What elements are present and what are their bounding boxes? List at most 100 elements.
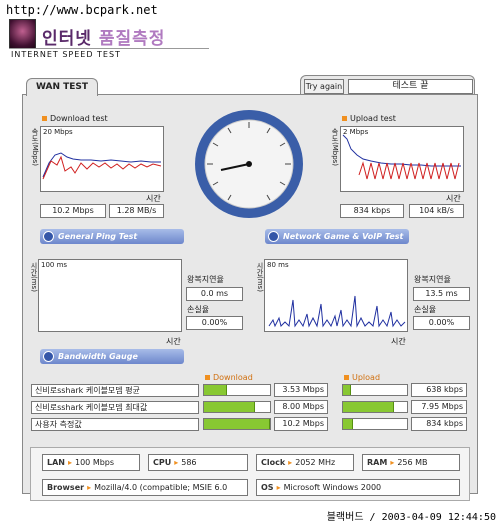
upload-bar-fill: [343, 402, 395, 412]
upload-graph-lines: [342, 134, 461, 180]
upload-bar: [342, 401, 408, 413]
download-value: 8.00 Mbps: [274, 400, 328, 414]
upload-time-label: 시간: [446, 194, 461, 203]
os-label: OS: [261, 483, 274, 492]
upload-bar: [342, 384, 408, 396]
upload-bar: [342, 418, 408, 430]
gauge-download-header-text: Download: [213, 373, 253, 382]
download-graph: 20 Mbps: [40, 126, 164, 192]
download-bar-fill: [204, 402, 256, 412]
gauge-download-header: Download: [205, 373, 253, 382]
browser-value: Mozilla/4.0 (compatible; MSIE 6.0: [94, 483, 228, 492]
bullet-icon: [205, 375, 210, 380]
lan-field: LAN ▸ 100 Mbps: [42, 454, 140, 471]
download-title-text: Download test: [50, 114, 108, 123]
bullet-icon: [342, 116, 347, 121]
ping-scale: 100 ms: [41, 261, 68, 269]
game-time-label: 시간: [391, 337, 406, 346]
lan-value: 100 Mbps: [75, 458, 115, 467]
download-value: 10.2 Mbps: [274, 417, 328, 431]
ping-icon: [43, 231, 54, 242]
bandwidth-gauge-banner: Bandwidth Gauge: [40, 349, 184, 364]
ram-label: RAM: [367, 458, 388, 467]
general-ping-banner: General Ping Test: [40, 229, 184, 244]
ram-field: RAM ▸ 256 MB: [362, 454, 460, 471]
game-loss-value: 0.00%: [413, 316, 470, 330]
cpu-value: 586: [181, 458, 197, 467]
cpu-label: CPU: [153, 458, 172, 467]
upload-title: Upload test: [342, 114, 396, 123]
status-field: 테스트 끝: [348, 79, 473, 94]
game-voip-banner-text: Network Game & VoIP Test: [283, 232, 404, 241]
logo-icon: [9, 19, 36, 49]
page-subtitle: INTERNET SPEED TEST: [11, 50, 121, 59]
title-sub: 품질측정: [98, 29, 166, 49]
ram-value: 256 MB: [397, 458, 428, 467]
ping-loss-value: 0.00%: [186, 316, 243, 330]
upload-value: 834 kbps: [411, 417, 467, 431]
speed-dial: [195, 110, 303, 218]
upload-bar-fill: [343, 419, 353, 429]
download-bar: [203, 418, 271, 430]
upload-title-text: Upload test: [350, 114, 396, 123]
upload-bar-fill: [343, 385, 351, 395]
gauge-row-label: 신비로sshark 케이블모뎀 최대값: [31, 401, 199, 414]
download-bar-fill: [204, 419, 270, 429]
upload-speed-kbs: 104 kB/s: [409, 204, 464, 218]
gauge-upload-header: Upload: [344, 373, 380, 382]
arrow-icon: ▸: [67, 458, 72, 467]
ping-rtt-label: 왕복지연율: [187, 275, 224, 284]
game-rtt-label: 왕복지연율: [414, 275, 451, 284]
game-graph: 80 ms: [264, 259, 408, 332]
try-again-button[interactable]: Try again: [304, 79, 344, 94]
os-field: OS ▸ Microsoft Windows 2000: [256, 479, 460, 496]
download-bar: [203, 401, 271, 413]
download-graph-lines: [42, 152, 162, 180]
download-y-axis: 속도(Mbps): [31, 128, 39, 167]
title-main: 인터넷: [42, 29, 92, 49]
title-divider: [9, 48, 209, 49]
watermark-url: http://www.bcpark.net: [6, 3, 158, 17]
browser-field: Browser ▸ Mozilla/4.0 (compatible; MSIE 6.…: [42, 479, 248, 496]
ping-loss-label: 손실율: [187, 305, 210, 314]
download-title: Download test: [42, 114, 108, 123]
upload-graph: 2 Mbps: [340, 126, 464, 192]
download-speed-mbps: 10.2 Mbps: [40, 204, 106, 218]
gauge-icon: [43, 351, 54, 362]
download-time-label: 시간: [146, 194, 161, 203]
clock-field: Clock ▸ 2052 MHz: [256, 454, 354, 471]
gauge-row-label: 신비로sshark 케이블모뎀 평균: [31, 384, 199, 397]
upload-value: 7.95 Mbps: [411, 400, 467, 414]
arrow-icon: ▸: [87, 483, 92, 492]
upload-value: 638 kbps: [411, 383, 467, 397]
game-rtt-value: 13.5 ms: [413, 287, 470, 301]
page-title: 인터넷 품질측정: [42, 24, 165, 49]
os-value: Microsoft Windows 2000: [283, 483, 382, 492]
gauge-upload-header-text: Upload: [352, 373, 381, 382]
game-graph-lines: [268, 295, 406, 328]
tab-wan-test[interactable]: WAN TEST: [26, 78, 98, 96]
lan-label: LAN: [47, 458, 65, 467]
download-bar: [203, 384, 271, 396]
arrow-icon: ▸: [174, 458, 179, 467]
voip-icon: [268, 231, 279, 242]
ping-time-label: 시간: [166, 337, 181, 346]
gauge-row-label: 사용자 측정값: [31, 418, 199, 431]
general-ping-banner-text: General Ping Test: [58, 232, 138, 241]
bullet-icon: [42, 116, 47, 121]
cpu-field: CPU ▸ 586: [148, 454, 248, 471]
arrow-icon: ▸: [288, 458, 293, 467]
upload-y-axis: 속도(Mbps): [331, 128, 339, 167]
arrow-icon: ▸: [276, 483, 281, 492]
clock-value: 2052 MHz: [295, 458, 336, 467]
download-bar-fill: [204, 385, 228, 395]
arrow-icon: ▸: [390, 458, 395, 467]
footer-signature: 블랙버드 / 2003-04-09 12:44:50: [326, 512, 496, 523]
download-speed-mbs: 1.28 MB/s: [109, 204, 164, 218]
download-value: 3.53 Mbps: [274, 383, 328, 397]
bullet-icon: [344, 375, 349, 380]
game-loss-label: 손실율: [414, 305, 437, 314]
upload-speed-kbps: 834 kbps: [340, 204, 404, 218]
browser-label: Browser: [47, 483, 85, 492]
clock-label: Clock: [261, 458, 286, 467]
